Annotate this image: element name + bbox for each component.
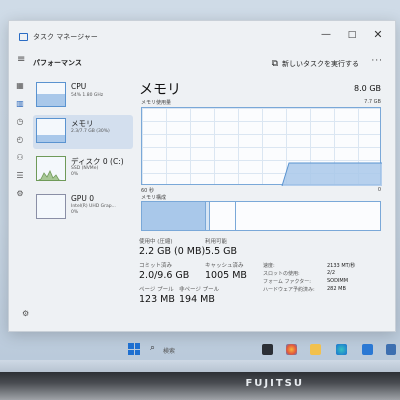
memory-specs: 速度: 2133 MT/秒 スロットの使用: 2/2 フォーム ファクター: S… (263, 261, 393, 293)
memory-thumbnail (36, 118, 66, 143)
panel-title: メモリ (139, 82, 181, 98)
copilot-icon[interactable] (286, 344, 297, 355)
processes-nav-icon[interactable]: ▦ (15, 81, 25, 91)
start-windows-icon[interactable] (128, 343, 140, 355)
cpu-thumbnail (36, 82, 66, 107)
run-new-task-button[interactable]: ⧉ 新しいタスクを実行する (268, 55, 363, 73)
device-name: メモリ (71, 119, 94, 128)
stat-available: 利用可能 5.5 GB (205, 239, 238, 257)
stat-committed: コミット済み 2.0/9.6 GB (139, 263, 190, 281)
spec-row: ハードウェア予約済み: 282 MB (263, 286, 346, 293)
memory-panel: メモリ 8.0 GB メモリ使用量 7.7 GB 60 秒 0 メモリ構成 使用… (135, 77, 395, 331)
stat-paged-pool: ページ プール 123 MB (139, 287, 175, 305)
stat-in-use: 使用中 (圧縮) 2.2 GB (0 MB) (139, 239, 206, 257)
device-cpu[interactable]: CPU 54% 1.80 GHz (33, 79, 133, 113)
composition-free (236, 202, 380, 230)
task-manager-window: タスク マネージャー — □ ✕ ≡ パフォーマンス ⧉ 新しいタスクを実行する… (8, 20, 396, 332)
memory-usage-graph (141, 107, 382, 186)
composition-label: メモリ構成 (141, 195, 167, 201)
spec-row: フォーム ファクター: SODIMM (263, 278, 349, 285)
minimize-button[interactable]: — (315, 27, 337, 43)
device-stats: 54% 1.80 GHz (71, 93, 104, 98)
task-view-icon[interactable] (262, 344, 273, 355)
menu-hamburger-icon[interactable]: ≡ (17, 54, 25, 65)
title-bar[interactable]: タスク マネージャー — □ ✕ (9, 21, 395, 51)
store-icon[interactable] (362, 344, 373, 355)
device-gpu[interactable]: GPU 0 Intel(R) UHD Grap... 0% (33, 191, 133, 225)
device-usage: 0% (71, 172, 79, 177)
details-nav-icon[interactable]: ☰ (15, 171, 25, 181)
file-explorer-icon[interactable] (310, 344, 321, 355)
memory-composition-bar (141, 201, 381, 231)
device-type: SSD (NVMe) (71, 166, 99, 171)
run-new-task-label: 新しいタスクを実行する (282, 60, 359, 68)
toolbar: ≡ パフォーマンス ⧉ 新しいタスクを実行する ··· (9, 51, 395, 77)
laptop-brand-logo: FUJITSU (245, 378, 304, 389)
app-history-nav-icon[interactable]: ◷ (15, 117, 25, 127)
device-list: CPU 54% 1.80 GHz メモリ 2.3/7.7 GB (30%) ディ… (31, 77, 135, 333)
task-manager-app-icon (19, 33, 28, 41)
nav-rail: ▦ ▥ ◷ ◴ ⚇ ☰ ⚙ (9, 77, 31, 333)
device-memory[interactable]: メモリ 2.3/7.7 GB (30%) (33, 115, 133, 149)
total-memory: 8.0 GB (354, 84, 381, 93)
laptop-bezel (0, 372, 400, 400)
task-manager-taskbar-icon[interactable] (386, 344, 396, 355)
device-stats: 2.3/7.7 GB (30%) (71, 129, 110, 134)
device-model: Intel(R) UHD Grap... (71, 204, 116, 209)
users-nav-icon[interactable]: ⚇ (15, 153, 25, 163)
device-name: CPU (71, 82, 87, 91)
settings-gear-icon[interactable]: ⚙ (22, 309, 29, 318)
graph-time-axis: 60 秒 (141, 188, 154, 194)
window-title: タスク マネージャー (33, 33, 98, 41)
taskbar-search-label[interactable]: 検索 (163, 346, 175, 355)
desktop-screen: タスク マネージャー — □ ✕ ≡ パフォーマンス ⧉ 新しいタスクを実行する… (0, 0, 400, 372)
taskbar: ⌕ 検索 (0, 338, 400, 362)
stat-nonpaged-pool: 非ページ プール 194 MB (179, 287, 220, 305)
page-title: パフォーマンス (33, 59, 82, 67)
edge-browser-icon[interactable] (336, 344, 347, 355)
composition-standby (210, 202, 236, 230)
services-nav-icon[interactable]: ⚙ (15, 189, 25, 199)
spec-row: 速度: 2133 MT/秒 (263, 262, 356, 269)
graph-zero: 0 (377, 187, 381, 193)
graph-max: 7.7 GB (364, 99, 381, 105)
startup-apps-nav-icon[interactable]: ◴ (15, 135, 25, 145)
run-task-icon: ⧉ (271, 59, 278, 69)
gpu-thumbnail (36, 194, 66, 219)
composition-in-use (142, 202, 206, 230)
maximize-button[interactable]: □ (341, 27, 363, 43)
disk-thumbnail (36, 156, 66, 181)
stat-cached: キャッシュ済み 1005 MB (205, 263, 247, 281)
more-options-icon[interactable]: ··· (371, 56, 383, 66)
close-button[interactable]: ✕ (367, 27, 389, 43)
spec-row: スロットの使用: 2/2 (263, 270, 336, 277)
search-icon[interactable]: ⌕ (150, 343, 155, 353)
device-usage: 0% (71, 210, 79, 215)
performance-nav-icon[interactable]: ▥ (15, 99, 25, 109)
device-disk[interactable]: ディスク 0 (C:) SSD (NVMe) 0% (33, 153, 133, 187)
graph-label: メモリ使用量 (141, 100, 172, 106)
device-name: GPU 0 (71, 194, 94, 203)
